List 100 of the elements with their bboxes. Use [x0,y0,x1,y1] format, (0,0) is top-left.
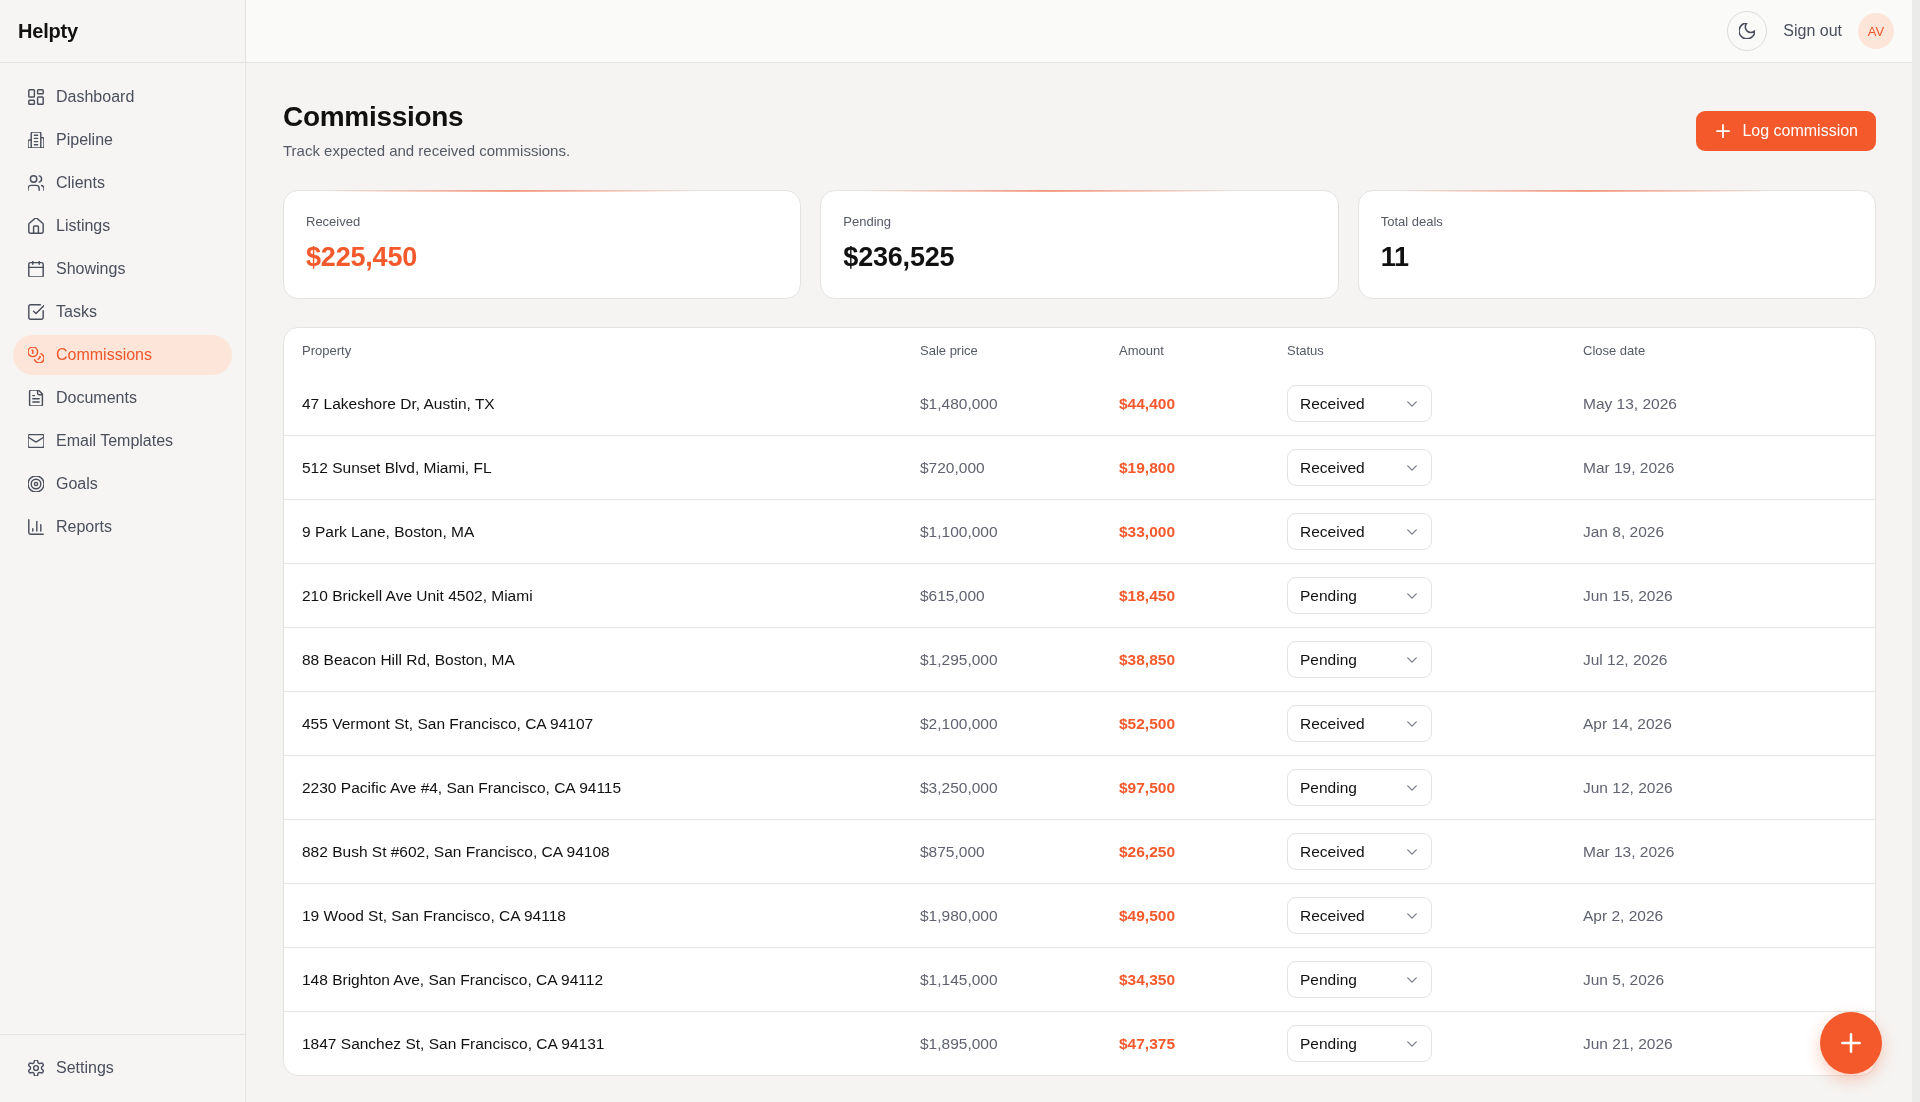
status-dropdown[interactable]: Received [1287,705,1432,742]
table-cell: 88 Beacon Hill Rd, Boston, MA [302,650,515,669]
sidebar-item[interactable]: Reports [13,507,232,547]
table-cell: 1847 Sanchez St, San Francisco, CA 94131 [302,1034,605,1053]
chevron-down-icon [1407,784,1417,791]
column-header: Amount [1119,342,1164,358]
status-dropdown[interactable]: Pending [1287,577,1432,614]
table-cell: May 13, 2026 [1583,394,1677,413]
table-cell: $1,895,000 [920,1034,998,1053]
stat-value: $236,525 [843,241,955,273]
coins-icon [28,347,44,363]
table-cell: 19 Wood St, San Francisco, CA 94118 [302,906,566,925]
table-cell: $875,000 [920,842,985,861]
table-cell: Jun 21, 2026 [1583,1034,1673,1053]
column-header: Status [1287,342,1324,358]
sidebar-item[interactable]: Listings [13,206,232,246]
sidebar-item[interactable]: Goals [13,464,232,504]
checkbox-icon [28,304,44,320]
bar-chart-icon [28,519,44,535]
table-cell: 47 Lakeshore Dr, Austin, TX [302,394,495,413]
column-header: Sale price [920,342,978,358]
table-cell: $47,375 [1119,1034,1176,1053]
column-header: Close date [1583,342,1646,358]
status-dropdown[interactable]: Received [1287,449,1432,486]
stat-label: Pending [843,214,892,230]
status-dropdown[interactable]: Pending [1287,961,1432,998]
table-cell: Mar 19, 2026 [1583,458,1675,477]
table-cell: Apr 2, 2026 [1583,906,1664,925]
column-header: Property [302,342,352,358]
document-icon [28,390,44,406]
plus-icon [1716,123,1731,138]
status-dropdown[interactable]: Received [1287,833,1432,870]
status-dropdown[interactable]: Received [1287,385,1432,422]
chevron-down-icon [1407,528,1417,535]
app-logo[interactable]: Helpty [18,19,78,43]
table-cell: 455 Vermont St, San Francisco, CA 94107 [302,714,594,733]
sidebar-item[interactable]: Clients [13,163,232,203]
sign-out-button[interactable]: Sign out [1781,22,1844,40]
house-icon [28,218,44,234]
table-cell: $18,450 [1119,586,1176,605]
sidebar-item[interactable]: Tasks [13,292,232,332]
chevron-down-icon [1407,592,1417,599]
stat-label: Total deals [1380,214,1443,230]
status-dropdown[interactable]: Pending [1287,1025,1432,1062]
stat-label: Received [306,214,361,230]
table-cell: 2230 Pacific Ave #4, San Francisco, CA 94115 [302,778,622,797]
table-cell: $720,000 [920,458,985,477]
table-cell: $1,980,000 [920,906,998,925]
table-cell: 9 Park Lane, Boston, MA [302,522,475,541]
calendar-icon [28,261,44,277]
table-cell: Apr 14, 2026 [1583,714,1672,733]
status-dropdown[interactable]: Received [1287,897,1432,934]
sidebar-item[interactable]: Documents [13,378,232,418]
scrollbar[interactable] [1912,0,1920,1102]
settings-icon [28,1060,44,1076]
status-dropdown[interactable]: Received [1287,513,1432,550]
moon-icon [1739,23,1756,39]
table-cell: $97,500 [1119,778,1176,797]
chevron-down-icon [1407,1040,1417,1047]
grid-icon [28,89,44,105]
chevron-down-icon [1407,976,1417,983]
chevron-down-icon [1407,720,1417,727]
table-cell: $26,250 [1119,842,1176,861]
table-cell: $49,500 [1119,906,1176,925]
table-cell: $52,500 [1119,714,1176,733]
table-cell: Jun 5, 2026 [1583,970,1664,989]
table-cell: Mar 13, 2026 [1583,842,1675,861]
envelope-icon [28,433,44,449]
table-cell: $38,850 [1119,650,1176,669]
theme-toggle-button[interactable] [1727,11,1768,51]
table-cell: $44,400 [1119,394,1176,413]
users-icon [28,175,44,191]
table-cell: $1,145,000 [920,970,998,989]
table-cell: $33,000 [1119,522,1176,541]
sidebar-item[interactable]: Email Templates [13,421,232,461]
chevron-down-icon [1407,912,1417,919]
table-cell: $3,250,000 [920,778,998,797]
sidebar-item[interactable]: Dashboard [13,77,232,117]
page-subtitle: Track expected and received commissions. [283,141,571,161]
sidebar-item[interactable]: Pipeline [13,120,232,160]
table-cell: 512 Sunset Blvd, Miami, FL [302,458,492,477]
table-cell: 882 Bush St #602, San Francisco, CA 94108 [302,842,610,861]
table-cell: 148 Brighton Ave, San Francisco, CA 94112 [302,970,603,989]
table-cell: $2,100,000 [920,714,998,733]
sidebar-item[interactable]: Showings [13,249,232,289]
table-cell: 210 Brickell Ave Unit 4502, Miami [302,586,533,605]
table-cell: Jun 15, 2026 [1583,586,1673,605]
sidebar-item[interactable]: Settings [13,1048,232,1088]
page-title: Commissions [283,100,464,134]
table-cell: $19,800 [1119,458,1176,477]
plus-icon [1841,1033,1861,1053]
chevron-down-icon [1407,656,1417,663]
target-icon [28,476,44,492]
table-cell: $1,100,000 [920,522,998,541]
table-cell: $615,000 [920,586,985,605]
chevron-down-icon [1407,848,1417,855]
status-dropdown[interactable]: Pending [1287,769,1432,806]
building-icon [28,132,44,148]
table-cell: Jun 12, 2026 [1583,778,1673,797]
status-dropdown[interactable]: Pending [1287,641,1432,678]
